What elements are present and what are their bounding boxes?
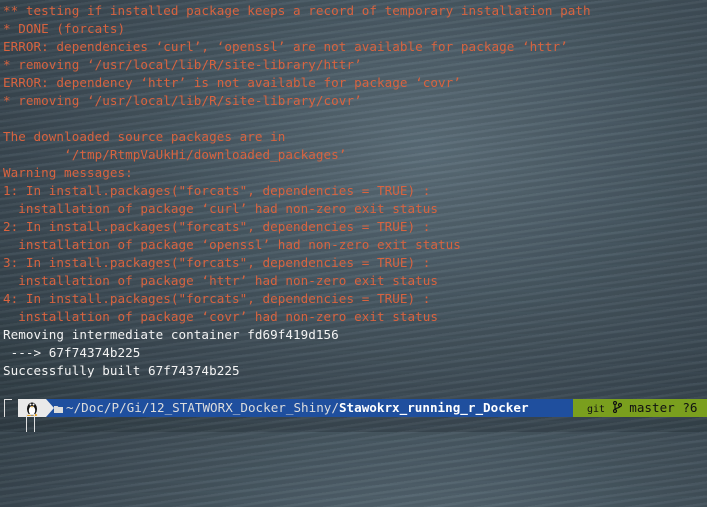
terminal-line: installation of package ‘curl’ had non-z…: [3, 201, 439, 216]
terminal-line: installation of package ‘covr’ had non-z…: [3, 309, 439, 324]
shell-prompt: ~/Doc/P/Gi/12_STATWORX_Docker_Shiny/Staw…: [4, 399, 707, 417]
segment-separator: [46, 399, 54, 417]
terminal-line: installation of package ‘httr’ had non-z…: [3, 273, 439, 288]
path-prefix: ~/Doc/P/Gi/12_STATWORX_Docker_Shiny/: [66, 400, 339, 415]
terminal-line: ** testing if installed package keeps a …: [3, 3, 591, 18]
terminal-line: Removing intermediate container fd69f419…: [3, 327, 339, 342]
terminal-line: ERROR: dependencies ‘curl’, ‘openssl’ ar…: [3, 39, 568, 54]
terminal-line: Warning messages:: [3, 165, 133, 180]
git-label: git: [587, 404, 606, 415]
terminal-output: ** testing if installed package keeps a …: [0, 0, 707, 432]
git-status-count: ?6: [682, 400, 698, 415]
terminal-line: The downloaded source packages are in: [3, 129, 286, 144]
path-current: Stawokrx_running_r_Docker: [338, 400, 529, 415]
folder-icon: [54, 406, 63, 413]
terminal-line: * removing ‘/usr/local/lib/R/site-librar…: [3, 93, 362, 108]
branch-icon: [612, 400, 622, 414]
terminal-line: ‘/tmp/RtmpVaUkHi/downloaded_packages’: [3, 147, 347, 162]
terminal-cursor[interactable]: [26, 414, 35, 432]
current-directory: ~/Doc/P/Gi/12_STATWORX_Docker_Shiny/Staw…: [46, 399, 573, 417]
terminal-line: Successfully built 67f74374b225: [3, 363, 240, 378]
git-status-segment: git master ?6: [573, 399, 707, 417]
terminal-line: ---> 67f74374b225: [3, 345, 141, 360]
terminal-line: 3: In install.packages("forcats", depend…: [3, 255, 431, 270]
git-branch: master: [629, 400, 675, 415]
terminal-line: * removing ‘/usr/local/lib/R/site-librar…: [3, 57, 362, 72]
terminal-line: 2: In install.packages("forcats", depend…: [3, 219, 431, 234]
terminal-line: 1: In install.packages("forcats", depend…: [3, 183, 431, 198]
terminal-line: 4: In install.packages("forcats", depend…: [3, 291, 431, 306]
terminal-line: * DONE (forcats): [3, 21, 126, 36]
terminal-line: installation of package ‘openssl’ had no…: [3, 237, 461, 252]
terminal-line: ERROR: dependency ‘httr’ is not availabl…: [3, 75, 461, 90]
